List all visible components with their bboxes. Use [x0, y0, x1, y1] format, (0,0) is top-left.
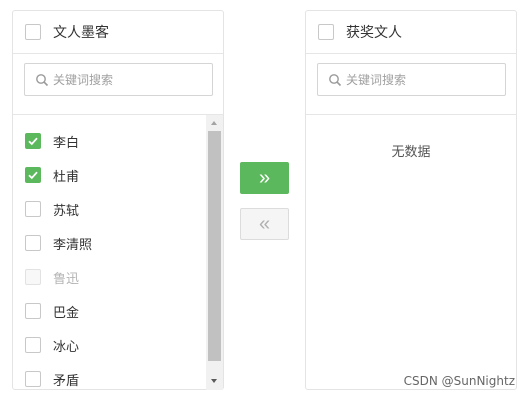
list-item-liqingzhao[interactable]: 李清照 — [25, 233, 92, 253]
checkmark-icon — [28, 137, 38, 146]
item-checkbox[interactable] — [25, 235, 41, 251]
target-panel-title: 获奖文人 — [346, 25, 402, 41]
item-checkbox-checked[interactable] — [25, 133, 41, 149]
target-search-box[interactable] — [317, 63, 506, 96]
source-panel-header: 文人墨客 — [13, 11, 223, 54]
scroll-up-arrow-icon[interactable] — [211, 121, 217, 125]
item-checkbox[interactable] — [25, 303, 41, 319]
transfer-to-right-button[interactable]: » — [240, 162, 289, 194]
source-search-area — [13, 54, 223, 115]
list-item-label: 苏轼 — [53, 203, 80, 219]
double-chevron-left-icon: « — [258, 213, 271, 235]
watermark: CSDN @SunNightz — [403, 374, 515, 388]
list-item-label: 李清照 — [53, 237, 93, 253]
checkmark-icon — [28, 171, 38, 180]
source-search-input[interactable] — [53, 72, 203, 87]
source-panel-title: 文人墨客 — [53, 25, 109, 41]
list-item-libai[interactable]: 李白 — [25, 131, 79, 151]
source-search-box[interactable] — [24, 63, 213, 96]
list-item-sushi[interactable]: 苏轼 — [25, 199, 79, 219]
list-item-luxun: 鲁迅 — [25, 267, 79, 287]
target-panel: 获奖文人 无数据 — [305, 10, 517, 390]
item-checkbox-checked[interactable] — [25, 167, 41, 183]
item-checkbox[interactable] — [25, 337, 41, 353]
source-list-scrollbar[interactable] — [206, 115, 223, 390]
item-checkbox-disabled — [25, 269, 41, 285]
list-item-label: 巴金 — [53, 305, 80, 321]
search-icon — [329, 73, 342, 86]
source-panel: 文人墨客 李白 杜甫 苏轼 李清照 — [12, 10, 224, 390]
source-list: 李白 杜甫 苏轼 李清照 鲁迅 巴金 冰心 矛盾 — [13, 115, 207, 391]
list-item-maodun[interactable]: 矛盾 — [25, 369, 79, 389]
source-select-all-checkbox[interactable] — [25, 24, 41, 40]
item-checkbox[interactable] — [25, 371, 41, 387]
list-item-bajin[interactable]: 巴金 — [25, 301, 79, 321]
double-chevron-right-icon: » — [258, 167, 271, 189]
list-item-label: 冰心 — [53, 339, 80, 355]
list-item-label: 鲁迅 — [53, 271, 80, 287]
list-item-bingxin[interactable]: 冰心 — [25, 335, 79, 355]
item-checkbox[interactable] — [25, 201, 41, 217]
scroll-down-arrow-icon[interactable] — [211, 379, 217, 383]
target-select-all-checkbox[interactable] — [318, 24, 334, 40]
target-search-input[interactable] — [346, 72, 496, 87]
search-icon — [36, 73, 49, 86]
list-item-label: 李白 — [53, 135, 80, 151]
transfer-to-left-button[interactable]: « — [240, 208, 289, 240]
scrollbar-thumb[interactable] — [208, 131, 221, 361]
empty-state-text: 无数据 — [391, 145, 431, 160]
list-item-label: 矛盾 — [53, 373, 80, 389]
list-item-dufu[interactable]: 杜甫 — [25, 165, 79, 185]
target-search-area — [306, 54, 516, 115]
target-panel-header: 获奖文人 — [306, 11, 516, 54]
list-item-label: 杜甫 — [53, 169, 80, 185]
